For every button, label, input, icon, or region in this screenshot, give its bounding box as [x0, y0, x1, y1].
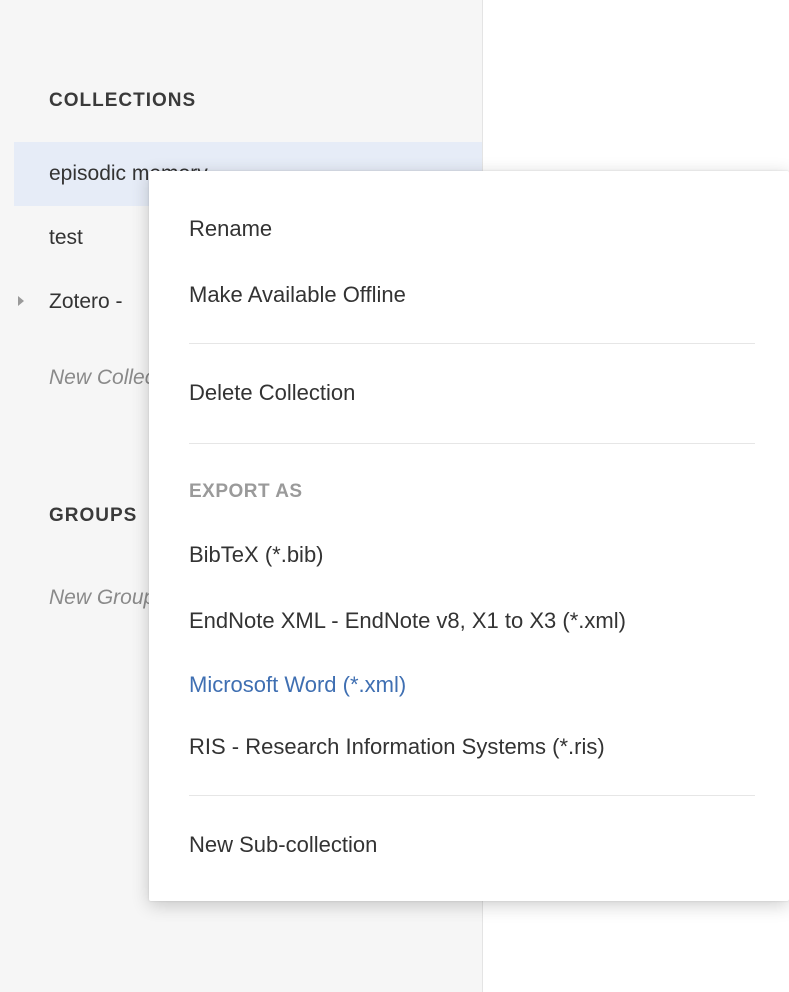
make-available-offline-menu-item[interactable]: Make Available Offline [149, 267, 789, 323]
menu-divider [189, 343, 755, 344]
export-bibtex-menu-item[interactable]: BibTeX (*.bib) [149, 527, 789, 583]
expand-triangle-icon[interactable] [18, 296, 24, 306]
collection-context-menu: Rename Make Available Offline Delete Col… [149, 171, 789, 901]
new-subcollection-menu-item[interactable]: New Sub-collection [149, 817, 789, 873]
delete-collection-menu-item[interactable]: Delete Collection [149, 365, 789, 421]
groups-heading: GROUPS [49, 505, 138, 526]
export-ris-menu-item[interactable]: RIS - Research Information Systems (*.ri… [149, 719, 789, 775]
menu-divider [189, 443, 755, 444]
rename-menu-item[interactable]: Rename [149, 201, 789, 257]
collection-label: test [49, 226, 83, 249]
export-endnote-xml-menu-item[interactable]: EndNote XML - EndNote v8, X1 to X3 (*.xm… [149, 593, 789, 649]
collection-label: Zotero - [49, 290, 123, 313]
collections-heading: COLLECTIONS [49, 90, 197, 111]
export-as-heading: EXPORT AS [189, 481, 303, 502]
export-microsoft-word-menu-item[interactable]: Microsoft Word (*.xml) [149, 657, 789, 713]
new-group-label: New Group [49, 586, 156, 609]
menu-divider [189, 795, 755, 796]
